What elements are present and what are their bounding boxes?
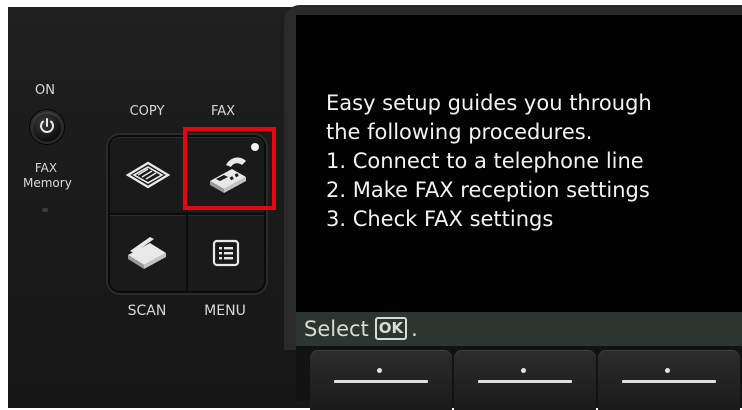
scan-label: SCAN — [127, 303, 167, 319]
lcd-screen: Easy setup guides you through the follow… — [296, 15, 742, 346]
fax-button-highlight — [183, 127, 276, 210]
copy-icon — [125, 161, 171, 189]
function-key-dot — [665, 368, 670, 373]
status-bar: Select OK. — [296, 312, 742, 346]
function-key-dot — [377, 368, 382, 373]
fax-memory-label: FAX Memory — [23, 161, 72, 191]
menu-label: MENU — [204, 303, 246, 319]
message-line: Easy setup guides you through — [326, 91, 652, 115]
menu-button[interactable] — [188, 215, 264, 291]
scan-button[interactable] — [110, 215, 186, 291]
menu-icon — [212, 239, 240, 267]
copy-label: COPY — [129, 104, 165, 119]
status-suffix: . — [411, 317, 418, 341]
setup-message: Easy setup guides you through the follow… — [326, 89, 652, 234]
ok-key-indicator: OK — [374, 317, 408, 340]
fax-status-lamp — [251, 143, 259, 151]
status-prefix: Select — [304, 317, 369, 341]
scan-icon — [128, 237, 166, 269]
fax-label: FAX — [210, 104, 236, 119]
message-line: 2. Make FAX reception settings — [326, 178, 650, 202]
function-keys — [296, 346, 742, 410]
function-key-bar — [334, 380, 428, 383]
message-line: 1. Connect to a telephone line — [326, 149, 644, 173]
power-button[interactable] — [30, 110, 64, 144]
function-key-right[interactable] — [598, 350, 740, 410]
copy-button[interactable] — [110, 137, 186, 213]
function-key-left[interactable] — [310, 350, 452, 410]
function-key-bar — [622, 380, 716, 383]
on-label: ON — [35, 83, 55, 98]
message-line: 3. Check FAX settings — [326, 207, 554, 231]
function-key-bar — [478, 380, 572, 383]
message-line: the following procedures. — [326, 120, 593, 144]
function-key-dot — [521, 368, 526, 373]
fax-memory-lamp — [42, 208, 48, 212]
power-icon — [40, 118, 54, 133]
fax-memory-label-line2: Memory — [23, 176, 72, 190]
function-key-center[interactable] — [454, 350, 596, 410]
fax-memory-label-line1: FAX — [34, 161, 58, 175]
